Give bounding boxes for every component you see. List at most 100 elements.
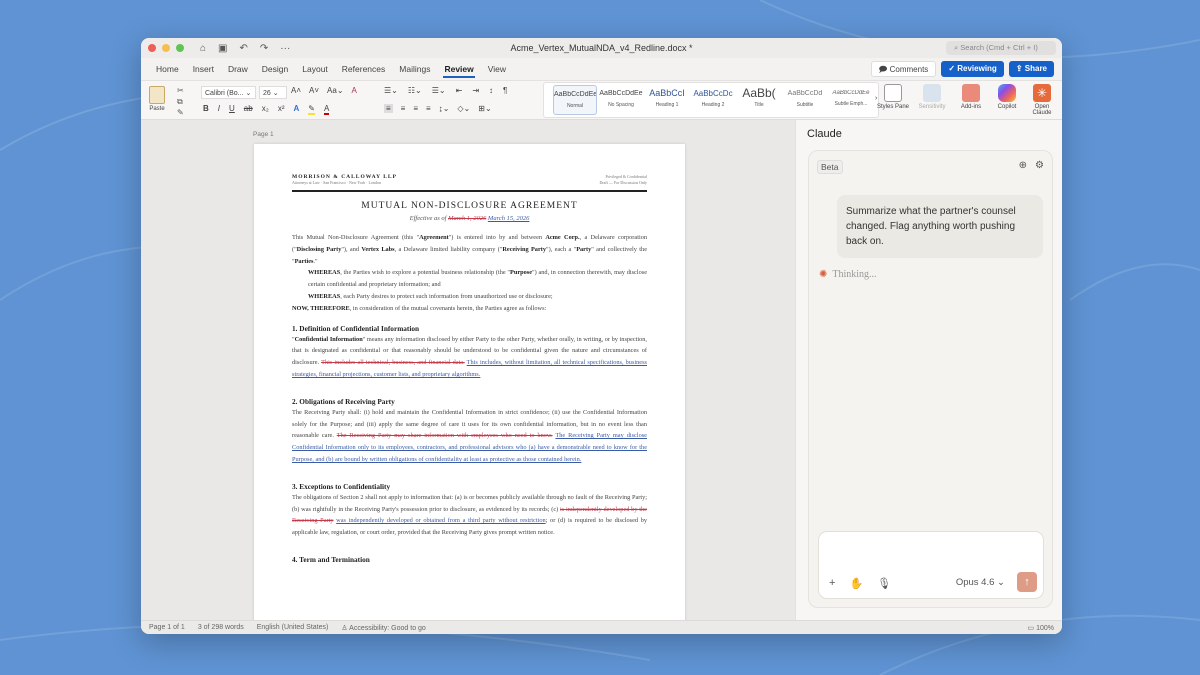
inserted-text: March 15, 2026 <box>487 215 530 222</box>
tab-home[interactable]: Home <box>149 58 186 80</box>
more-icon[interactable]: ··· <box>280 43 290 54</box>
tab-draw[interactable]: Draw <box>221 58 255 80</box>
defined-term: WHEREAS <box>308 269 341 277</box>
settings-gear-icon[interactable]: ⚙ <box>1035 160 1044 171</box>
tab-references[interactable]: References <box>335 58 392 80</box>
styles-pane-button[interactable]: Styles Pane <box>876 84 910 110</box>
bullets-icon[interactable]: ☰⌄ <box>384 86 398 95</box>
section-heading: 1. Definition of Confidential Informatio… <box>292 324 647 333</box>
send-button[interactable]: ↑ <box>1017 572 1037 592</box>
grow-font-icon[interactable]: A˄ <box>291 86 301 95</box>
save-icon[interactable]: ▣ <box>218 43 227 54</box>
copilot-button[interactable]: Copilot <box>990 84 1024 110</box>
text-run: 3. Exceptions to Confidentiality <box>292 481 391 491</box>
tab-review[interactable]: Review <box>437 58 480 80</box>
user-message: Summarize what the partner's counsel cha… <box>837 195 1043 258</box>
document-page[interactable]: MORRISON & CALLOWAY LLP Attorneys at Law… <box>254 144 685 620</box>
open-claude-button[interactable]: ✳ Open Claude <box>1025 84 1059 116</box>
highlight-icon[interactable]: ✎ <box>308 104 315 115</box>
microphone-icon[interactable]: 🎙 <box>877 577 891 590</box>
line-spacing-icon[interactable]: ↨⌄ <box>439 104 450 113</box>
hand-tool-icon[interactable]: ✋ <box>849 577 863 590</box>
font-name-value: Calibri (Bo... <box>205 90 244 97</box>
comments-button[interactable]: 🗩 Comments <box>870 61 937 77</box>
paste-button[interactable]: Paste <box>149 86 165 112</box>
undo-icon[interactable]: ↶ <box>240 43 248 54</box>
thinking-indicator: ✺ Thinking... <box>819 269 877 280</box>
justify-icon[interactable]: ≡ <box>426 104 431 113</box>
shading-icon[interactable]: ◇⌄ <box>457 104 470 113</box>
close-window-button[interactable] <box>148 44 156 52</box>
section-heading: 3. Exceptions to Confidentiality <box>292 482 647 491</box>
share-button[interactable]: ⇪ Share <box>1008 61 1054 77</box>
text-effects-icon[interactable]: A <box>293 104 299 115</box>
sensitivity-button[interactable]: Sensitivity <box>915 84 949 110</box>
defined-term: Vertex Labs <box>361 245 395 253</box>
background-wave <box>1069 263 1200 301</box>
font-name-select[interactable]: Calibri (Bo... ⌄ <box>201 86 256 99</box>
add-ins-button[interactable]: Add-ins <box>954 84 988 110</box>
decrease-indent-icon[interactable]: ⇤ <box>456 86 463 95</box>
model-selector[interactable]: Opus 4.6 ⌄ <box>956 577 1005 588</box>
copilot-icon <box>998 84 1016 102</box>
message-composer[interactable]: + ✋ 🎙 Opus 4.6 ⌄ ↑ <box>818 531 1044 599</box>
share-label: Share <box>1024 64 1047 73</box>
maximize-window-button[interactable] <box>176 44 184 52</box>
sort-icon[interactable]: ↕ <box>489 86 493 95</box>
tab-design[interactable]: Design <box>255 58 295 80</box>
status-bar: Page 1 of 1 3 of 298 words English (Unit… <box>141 620 1062 634</box>
style-heading-2[interactable]: AaBbCcDc Heading 2 <box>691 85 735 115</box>
font-size-select[interactable]: 26 ⌄ <box>259 86 287 99</box>
language[interactable]: English (United States) <box>257 624 329 631</box>
document-area[interactable]: Page 1 MORRISON & CALLOWAY LLP Attorneys… <box>141 120 795 620</box>
strikethrough-icon[interactable]: ab <box>244 104 253 115</box>
style-heading-1[interactable]: AaBbCcI Heading 1 <box>645 85 689 115</box>
cut-icon[interactable]: ✂ <box>177 85 184 96</box>
change-case-icon[interactable]: Aa⌄ <box>327 86 344 95</box>
defined-term: Party <box>576 245 592 253</box>
font-color-icon[interactable]: A <box>323 104 330 115</box>
italic-icon[interactable]: I <box>218 104 220 115</box>
multilevel-list-icon[interactable]: ☰⌄ <box>432 86 446 95</box>
minimize-window-button[interactable] <box>162 44 170 52</box>
zoom-level[interactable]: ▭ 100% <box>1028 624 1054 632</box>
redo-icon[interactable]: ↷ <box>260 43 268 54</box>
show-marks-icon[interactable]: ¶ <box>503 86 507 95</box>
style-sample: AaBbCcDdEe <box>832 90 870 96</box>
word-count[interactable]: 3 of 298 words <box>198 624 244 631</box>
home-icon[interactable]: ⌂ <box>200 43 206 54</box>
panel-title: Claude <box>807 128 842 140</box>
page-count[interactable]: Page 1 of 1 <box>149 624 185 631</box>
align-center-icon[interactable]: ≡ <box>401 104 406 113</box>
align-left-icon[interactable]: ≡ <box>384 104 393 113</box>
format-painter-icon[interactable]: ✎ <box>177 107 184 118</box>
claude-icon: ✳ <box>1033 84 1051 102</box>
style-title[interactable]: AaBb(Title <box>737 85 781 115</box>
add-attachment-icon[interactable]: + <box>829 577 835 590</box>
copy-icon[interactable]: ⧉ <box>177 96 184 107</box>
page-label: Page 1 <box>253 131 274 138</box>
tab-view[interactable]: View <box>481 58 513 80</box>
comments-label: Comments <box>889 65 929 74</box>
tab-insert[interactable]: Insert <box>186 58 221 80</box>
superscript-icon[interactable]: x² <box>278 104 285 115</box>
shrink-font-icon[interactable]: A˅ <box>309 86 319 95</box>
borders-icon[interactable]: ⊞⌄ <box>478 104 491 113</box>
subscript-icon[interactable]: x₂ <box>262 104 269 115</box>
align-right-icon[interactable]: ≡ <box>413 104 418 113</box>
style-no-spacing[interactable]: AaBbCcDdEe No Spacing <box>599 85 643 115</box>
style-subtitle[interactable]: AaBbCcDd Subtitle <box>783 85 827 115</box>
style-subtle-emphasis[interactable]: AaBbCcDdEe Subtle Emph... <box>829 85 873 115</box>
clear-formatting-icon[interactable]: A <box>352 86 357 95</box>
bold-icon[interactable]: B <box>203 104 209 115</box>
underline-icon[interactable]: U <box>229 104 235 115</box>
search-input[interactable]: ⌕ Search (Cmd + Ctrl + I) <box>946 41 1056 55</box>
reviewing-button[interactable]: ✓ Reviewing <box>941 61 1004 77</box>
style-normal[interactable]: AaBbCcDdEe Normal <box>553 85 597 115</box>
new-chat-icon[interactable]: ⊕ <box>1019 160 1027 171</box>
accessibility-status[interactable]: ♙ Accessibility: Good to go <box>341 624 426 632</box>
numbering-icon[interactable]: ☷⌄ <box>408 86 422 95</box>
tab-mailings[interactable]: Mailings <box>392 58 437 80</box>
increase-indent-icon[interactable]: ⇥ <box>472 86 479 95</box>
tab-layout[interactable]: Layout <box>295 58 335 80</box>
